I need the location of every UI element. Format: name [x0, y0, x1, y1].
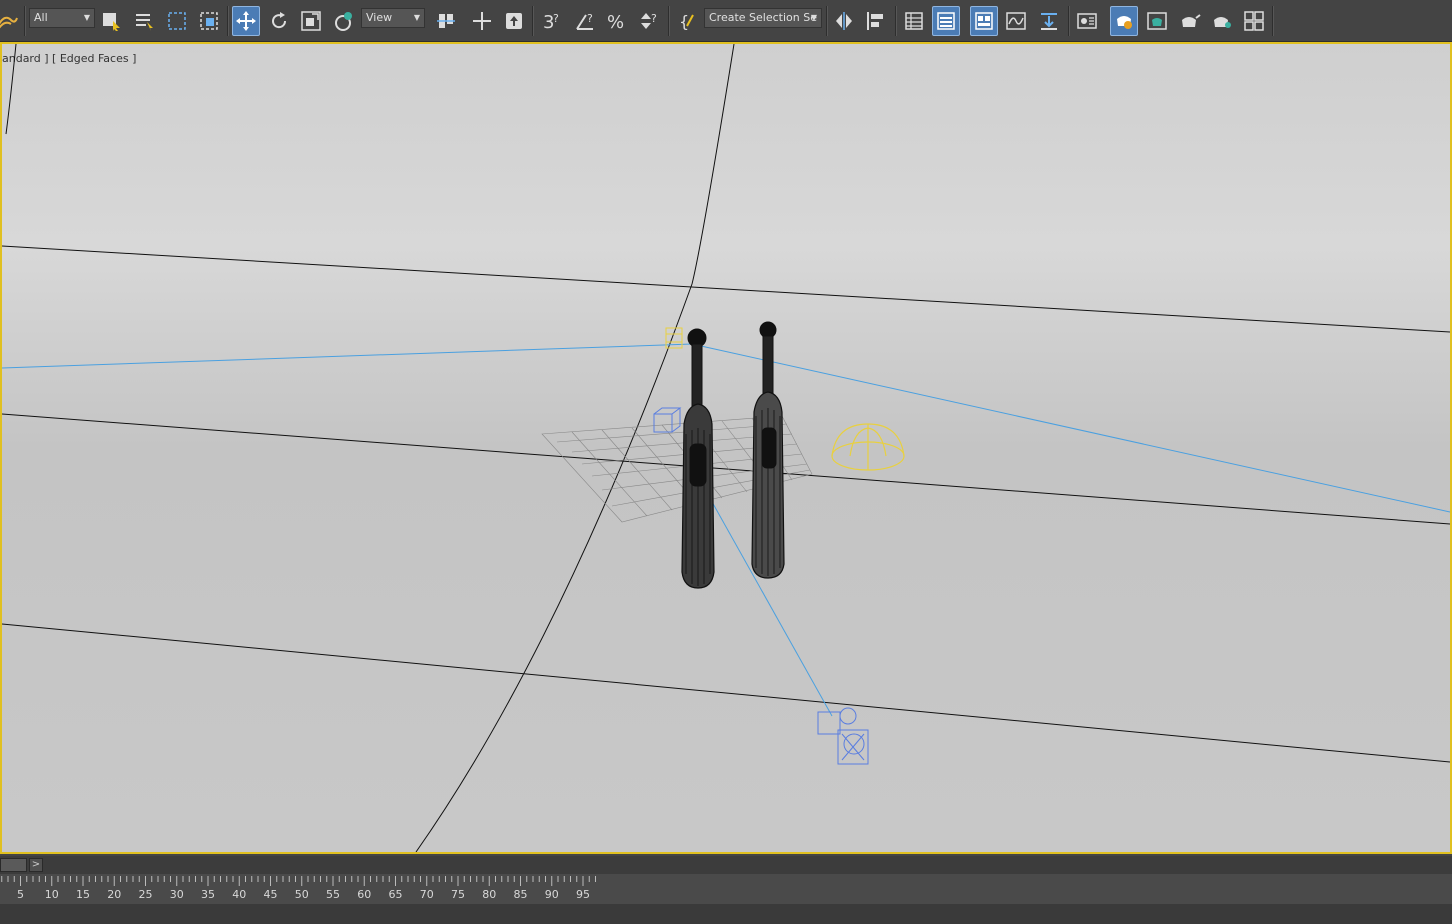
svg-text:?: ? — [553, 12, 559, 25]
snap-3d-icon[interactable]: 3? — [538, 6, 566, 36]
material-editor-icon[interactable] — [1073, 6, 1101, 36]
render-production-icon[interactable] — [1176, 6, 1204, 36]
camera — [817, 707, 869, 765]
viewport-layout-icon[interactable] — [1240, 6, 1268, 36]
pivot-icon[interactable] — [432, 6, 460, 36]
align-icon[interactable] — [862, 6, 890, 36]
spinner-snap-icon[interactable]: ? — [635, 6, 663, 36]
track-bar-tick-label: 95 — [576, 888, 590, 901]
rendered-frame-icon[interactable] — [1143, 6, 1171, 36]
schematic-view-icon[interactable] — [1035, 6, 1063, 36]
angle-snap-icon[interactable]: ? — [571, 6, 599, 36]
render-setup-icon[interactable] — [1110, 6, 1138, 36]
track-bar-tick-label: 50 — [294, 888, 309, 901]
scale-icon[interactable] — [297, 6, 325, 36]
track-bar-tick-label: 55 — [326, 888, 340, 901]
rotate-icon[interactable] — [265, 6, 293, 36]
mirror-icon[interactable] — [830, 6, 858, 36]
time-slider-thumb[interactable] — [0, 858, 27, 872]
chevron-down-icon: ▼ — [413, 13, 420, 22]
select-by-name-icon[interactable] — [130, 6, 158, 36]
svg-text:?: ? — [651, 12, 657, 25]
svg-text:%: % — [607, 12, 624, 32]
toolbar-separator — [668, 6, 670, 36]
chevron-down-icon: ▼ — [83, 13, 90, 22]
toolbar-separator — [1272, 6, 1274, 36]
toolbar-separator — [532, 6, 534, 36]
svg-text:{: { — [679, 12, 689, 31]
track-bar-tick-label: 25 — [138, 888, 153, 901]
select-manipulate-icon[interactable] — [468, 6, 496, 36]
chevron-down-icon: ▼ — [810, 13, 817, 22]
light-dome — [831, 423, 905, 471]
toggle-ribbon-icon[interactable] — [970, 6, 998, 36]
rect-selection-icon[interactable] — [163, 6, 191, 36]
keyboard-shortcut-icon[interactable] — [500, 6, 528, 36]
selection-set-value: Create Selection Se — [709, 11, 817, 24]
svg-text:?: ? — [587, 12, 593, 25]
main-toolbar: All ▼ View ▼ 3? ? % ? {Create Selection… — [0, 0, 1452, 42]
track-bar-tick-label: 35 — [201, 888, 215, 901]
track-bar-tick-label: 15 — [76, 888, 90, 901]
toolbar-separator — [1068, 6, 1070, 36]
track-bar-tick-label: 70 — [419, 888, 434, 901]
curve-editor-icon[interactable] — [1002, 6, 1030, 36]
toolbar-separator — [895, 6, 897, 36]
time-slider[interactable]: > — [0, 856, 1452, 874]
track-bar-tick-label: 75 — [451, 888, 465, 901]
track-bar-tick-label: 45 — [263, 888, 278, 901]
home-grid-lines — [2, 44, 1450, 852]
track-bar-tick-label: 90 — [544, 888, 559, 901]
edit-named-sets-icon[interactable]: { — [673, 6, 701, 36]
toothbrush-left — [681, 328, 715, 589]
undo-redo-icon[interactable] — [0, 6, 22, 36]
window-crossing-icon[interactable] — [195, 6, 223, 36]
toolbar-separator — [227, 6, 229, 36]
perspective-viewport[interactable]: andard ] [ Edged Faces ] — [0, 42, 1452, 854]
track-bar-tick-label: 60 — [357, 888, 372, 901]
select-object-icon[interactable] — [97, 6, 125, 36]
track-bar-tick-label: 80 — [482, 888, 497, 901]
selection-filter-dropdown[interactable]: All ▼ — [29, 8, 95, 28]
percent-snap-icon[interactable]: % — [603, 6, 631, 36]
track-bar-tick-label: 40 — [232, 888, 247, 901]
selection-set-dropdown[interactable]: Create Selection Se ▼ — [704, 8, 822, 28]
move-icon[interactable] — [232, 6, 260, 36]
render-iterative-icon[interactable] — [1208, 6, 1236, 36]
track-bar-tick-label: 10 — [44, 888, 59, 901]
reference-coord-value: View — [366, 11, 393, 24]
scene-explorer-icon[interactable] — [900, 6, 928, 36]
track-bar-tick-label: 65 — [388, 888, 403, 901]
toolbar-separator — [826, 6, 828, 36]
camera-target-lines — [2, 343, 1450, 717]
track-bar-ticks — [1, 876, 596, 886]
track-bar-tick-label: 20 — [107, 888, 122, 901]
track-bar[interactable]: 5 10 15 20 25 30 35 40 45 50 55 60 65 70 75 80 85 90 95 — [0, 874, 1452, 904]
toolbar-separator — [24, 6, 26, 36]
toothbrush-right — [751, 321, 785, 579]
time-slider-next-button[interactable]: > — [29, 858, 43, 872]
layer-explorer-icon[interactable] — [932, 6, 960, 36]
status-bar — [0, 904, 1452, 924]
box-helper — [653, 407, 682, 433]
viewport-scene — [2, 44, 1450, 852]
reference-coord-dropdown[interactable]: View ▼ — [361, 8, 425, 28]
track-bar-tick-label: 5 — [17, 888, 24, 901]
selection-filter-value: All — [34, 11, 48, 24]
placement-icon[interactable] — [330, 6, 358, 36]
track-bar-tick-label: 30 — [169, 888, 184, 901]
track-bar-tick-label: 85 — [513, 888, 528, 901]
